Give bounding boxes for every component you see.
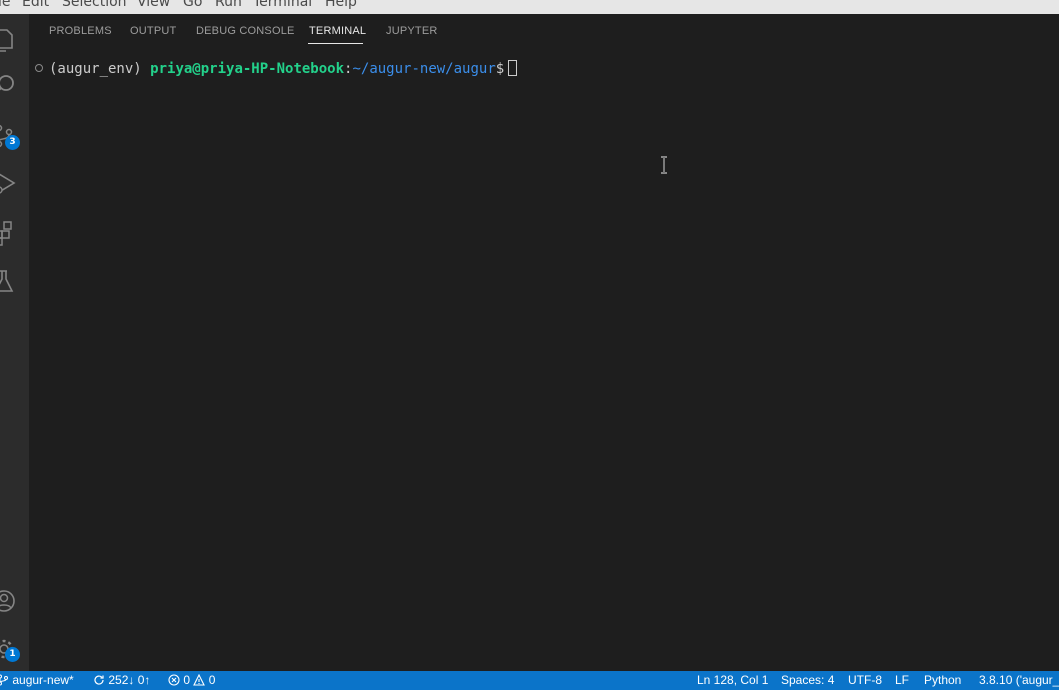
explorer-icon	[0, 29, 13, 52]
problems-status[interactable]: 0 0	[168, 673, 215, 688]
account-icon	[0, 590, 15, 612]
sync-icon	[94, 675, 104, 685]
command-decoration-icon[interactable]	[35, 64, 43, 72]
encoding-status[interactable]: UTF-8	[848, 673, 882, 688]
error-count: 0	[183, 673, 191, 687]
eol-status[interactable]: LF	[895, 673, 909, 688]
testing-icon	[0, 270, 14, 292]
menu-run[interactable]: Run	[215, 0, 242, 10]
source-control-button[interactable]: 3	[0, 114, 29, 154]
menu-bar: le Edit Selection View Go Run Terminal H…	[0, 0, 1059, 14]
menu-edit[interactable]: Edit	[22, 0, 49, 10]
menu-help[interactable]: Help	[325, 0, 357, 10]
tab-output[interactable]: OUTPUT	[130, 25, 176, 37]
tab-terminal[interactable]: TERMINAL	[309, 25, 366, 37]
menu-terminal[interactable]: Terminal	[253, 0, 312, 10]
manage-badge: 1	[5, 647, 20, 662]
branch-status[interactable]: augur-new*	[0, 673, 74, 688]
menu-file[interactable]: le	[0, 0, 11, 10]
explorer-button[interactable]	[0, 18, 29, 58]
run-debug-button[interactable]	[0, 162, 29, 202]
active-tab-indicator	[308, 43, 363, 44]
tab-jupyter[interactable]: JUPYTER	[386, 25, 438, 37]
terminal-dollar: $	[495, 61, 505, 77]
cursor-position[interactable]: Ln 128, Col 1	[697, 673, 768, 688]
terminal-cursor	[508, 60, 518, 76]
terminal-user-host: priya@priya-HP-Notebook	[150, 61, 345, 77]
extensions-button[interactable]	[0, 211, 29, 251]
search-button[interactable]	[0, 64, 29, 104]
testing-button[interactable]	[0, 260, 29, 300]
panel-tabs: PROBLEMS OUTPUT DEBUG CONSOLE TERMINAL J…	[29, 14, 1059, 48]
source-control-badge: 3	[5, 135, 20, 150]
terminal-panel: PROBLEMS OUTPUT DEBUG CONSOLE TERMINAL J…	[29, 14, 1059, 671]
git-branch-icon	[0, 674, 8, 686]
terminal-prompt-line: (augur_env) priya@priya-HP-Notebook:~/au…	[35, 58, 518, 80]
run-debug-icon	[0, 173, 16, 194]
account-button[interactable]	[0, 579, 29, 619]
activity-bar: 3 1	[0, 14, 29, 671]
menu-view[interactable]: View	[137, 0, 170, 10]
tab-problems[interactable]: PROBLEMS	[49, 25, 112, 37]
branch-name: augur-new*	[12, 673, 74, 687]
tab-debug-console[interactable]: DEBUG CONSOLE	[196, 25, 295, 37]
extensions-icon	[0, 221, 12, 246]
terminal-path: ~/augur-new/augur	[352, 61, 496, 77]
python-interpreter[interactable]: 3.8.10 ('augur_	[979, 673, 1059, 688]
error-icon	[168, 674, 180, 686]
menu-go[interactable]: Go	[183, 0, 202, 10]
manage-button[interactable]: 1	[0, 627, 29, 667]
menu-selection[interactable]: Selection	[62, 0, 127, 10]
warning-count: 0	[208, 673, 216, 687]
indentation-status[interactable]: Spaces: 4	[781, 673, 834, 688]
search-icon	[0, 75, 14, 91]
warning-icon	[193, 673, 206, 686]
status-bar: augur-new* 252↓ 0↑ 0 0 Ln 128, Col 1 Spa…	[0, 671, 1059, 690]
terminal-output[interactable]: (augur_env) priya@priya-HP-Notebook:~/au…	[29, 58, 1059, 658]
terminal-env: (augur_env)	[49, 61, 151, 77]
sync-counts: 252↓ 0↑	[108, 673, 151, 687]
language-mode[interactable]: Python	[924, 673, 961, 688]
sync-status[interactable]: 252↓ 0↑	[93, 673, 150, 688]
text-cursor-icon	[661, 156, 667, 174]
